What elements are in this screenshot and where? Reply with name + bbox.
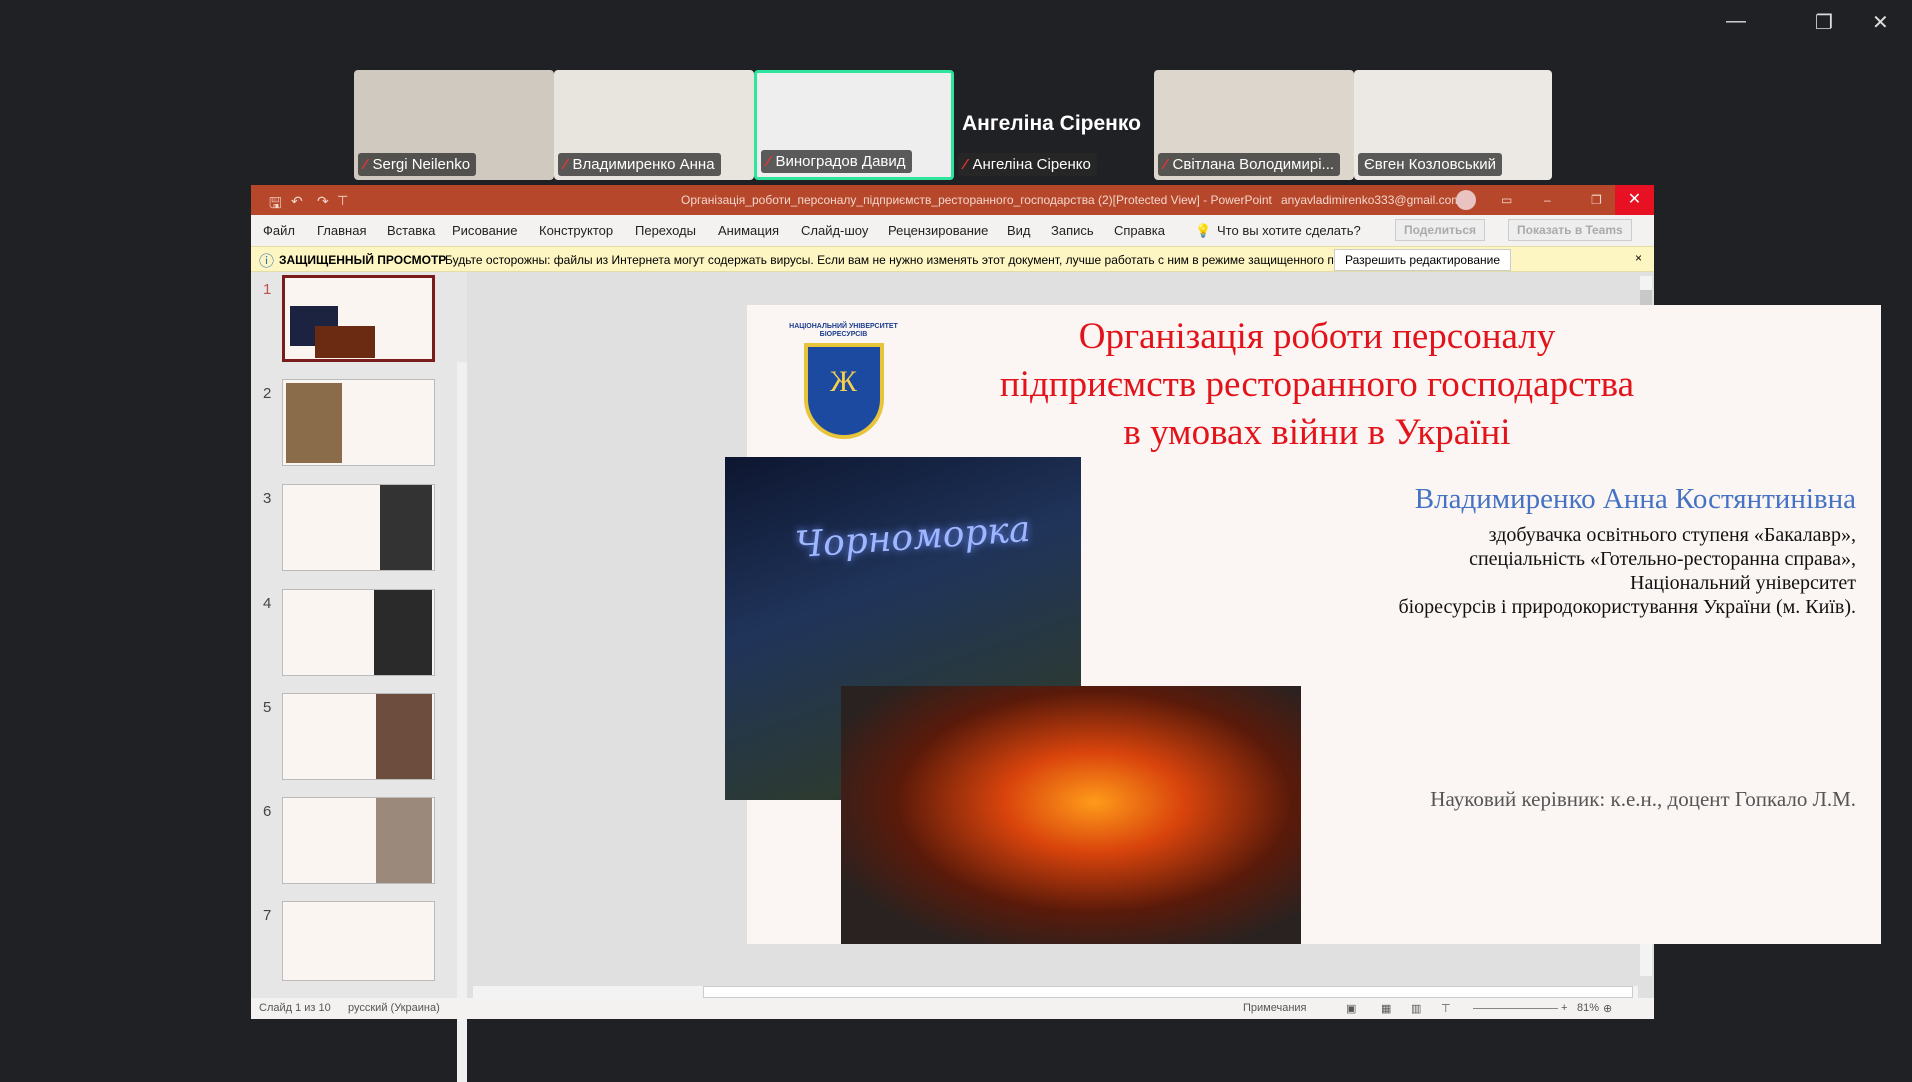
detail-line: Національний університет bbox=[1630, 572, 1856, 594]
thumb-number: 7 bbox=[263, 907, 272, 924]
protected-label: ЗАЩИЩЕННЫЙ ПРОСМОТР bbox=[279, 253, 447, 267]
redo-icon[interactable]: ↷ bbox=[317, 193, 329, 210]
restore-button[interactable]: ❐ bbox=[1815, 10, 1833, 35]
enable-editing-button[interactable]: Разрешить редактирование bbox=[1334, 249, 1512, 271]
teams-button[interactable]: Показать в Teams bbox=[1508, 219, 1632, 241]
zoom-in-icon[interactable]: + bbox=[1561, 1002, 1567, 1014]
reading-view-icon[interactable]: ▥ bbox=[1411, 1002, 1421, 1015]
slide-counter: Слайд 1 из 10 bbox=[259, 1002, 331, 1014]
powerpoint-window: 🖫 ↶ ↷ ⊤ Організація_роботи_персоналу_під… bbox=[251, 185, 1881, 1082]
slide-thumbnail[interactable] bbox=[282, 693, 435, 780]
minimize-icon[interactable]: – bbox=[1544, 193, 1551, 207]
slideshow-icon[interactable]: ⊤ bbox=[1441, 1002, 1451, 1015]
detail-line: здобувачка освітнього ступеня «Бакалавр»… bbox=[1488, 524, 1856, 546]
menu-file[interactable]: Файл bbox=[263, 223, 295, 238]
menu-view[interactable]: Вид bbox=[1007, 223, 1031, 238]
notes-button[interactable]: Примечания bbox=[1243, 1002, 1307, 1014]
undo-icon[interactable]: ↶ bbox=[291, 193, 303, 210]
slide-thumbnail[interactable] bbox=[282, 379, 435, 466]
title-line: в умовах війни в Україні bbox=[1123, 412, 1511, 453]
mic-muted-icon: ⁄ bbox=[564, 156, 567, 173]
slide-editor: НАЦІОНАЛЬНИЙ УНІВЕРСИТЕТ БІОРЕСУРСІВ Ж Ор… bbox=[467, 272, 1881, 998]
detail-line: спеціальність «Готельно-ресторанна справ… bbox=[1469, 548, 1856, 570]
slide-thumbnail[interactable] bbox=[282, 901, 435, 981]
thumb-number: 5 bbox=[263, 699, 272, 716]
menu-animations[interactable]: Анимация bbox=[718, 223, 779, 238]
menu-draw[interactable]: Рисование bbox=[452, 223, 517, 238]
protected-message: Будьте осторожны: файлы из Интернета мог… bbox=[445, 253, 1391, 267]
restore-icon[interactable]: ❐ bbox=[1591, 193, 1602, 207]
featured-participant-name: Ангеліна Сіренко bbox=[962, 112, 1141, 135]
menu-review[interactable]: Рецензирование bbox=[888, 223, 988, 238]
mic-muted-icon: ⁄ bbox=[964, 156, 967, 173]
status-bar: Слайд 1 из 10 русский (Украина) Примечан… bbox=[251, 998, 1654, 1019]
thumb-number: 1 bbox=[263, 281, 272, 298]
slide-thumbnail[interactable] bbox=[282, 484, 435, 571]
thumb-number: 2 bbox=[263, 385, 272, 402]
present-icon[interactable]: ⊤ bbox=[337, 193, 348, 209]
info-shield-icon: ⓘ bbox=[259, 253, 275, 270]
participant-tile[interactable]: ⁄ Світлана Володимирі... bbox=[1154, 70, 1354, 180]
language[interactable]: русский (Украина) bbox=[348, 1002, 440, 1014]
slide-thumbnails-pane: 1 2 3 4 5 6 7 bbox=[251, 272, 467, 1082]
mic-muted-icon: ⁄ bbox=[1164, 156, 1167, 173]
title-line: підприємств ресторанного господарства bbox=[999, 364, 1635, 405]
author-name: Владимиренко Анна Костянтинівна bbox=[1414, 483, 1856, 515]
minimize-button[interactable]: — bbox=[1726, 10, 1746, 33]
thumb-number: 6 bbox=[263, 803, 272, 820]
menu-insert[interactable]: Вставка bbox=[387, 223, 435, 238]
close-button[interactable]: ✕ bbox=[1872, 10, 1889, 35]
zoom-level[interactable]: 81% bbox=[1577, 1002, 1599, 1014]
slide-thumbnail[interactable] bbox=[282, 797, 435, 884]
participant-tile[interactable]: ⁄ Sergi Neilenko bbox=[354, 70, 554, 180]
normal-view-icon[interactable]: ▣ bbox=[1346, 1002, 1356, 1015]
slide-thumbnail[interactable] bbox=[282, 589, 435, 676]
title-line: Організація роботи персоналу bbox=[1078, 316, 1556, 357]
slide-title: Організація роботи персоналу підприємств… bbox=[947, 313, 1687, 457]
thumb-number: 4 bbox=[263, 595, 272, 612]
share-button[interactable]: Поделиться bbox=[1395, 219, 1486, 241]
participant-tile-active[interactable]: ⁄ Виноградов Давид bbox=[754, 70, 954, 180]
horizontal-scrollbar[interactable] bbox=[473, 986, 1638, 998]
video-strip: ⁄ Sergi Neilenko ⁄ Владимиренко Анна ⁄ Вино… bbox=[354, 70, 1552, 180]
thumbnails-scrollbar[interactable] bbox=[457, 362, 467, 1082]
mic-muted-icon: ⁄ bbox=[364, 156, 367, 173]
detail-line: біоресурсів і природокористування Україн… bbox=[1398, 596, 1856, 618]
menu-design[interactable]: Конструктор bbox=[539, 223, 613, 238]
lightbulb-icon: 💡 bbox=[1195, 223, 1212, 238]
protected-view-bar: ⓘ ЗАЩИЩЕННЫЙ ПРОСМОТР Будьте осторожны: … bbox=[251, 246, 1654, 272]
menu-home[interactable]: Главная bbox=[317, 223, 366, 238]
ribbon-display-icon[interactable]: ▭ bbox=[1501, 193, 1512, 207]
close-icon[interactable]: ✕ bbox=[1615, 185, 1654, 215]
thumb-number: 3 bbox=[263, 490, 272, 507]
author-details: здобувачка освітнього ступеня «Бакалавр»… bbox=[1398, 523, 1856, 619]
account-email[interactable]: anyavladimirenko333@gmail.com bbox=[1281, 193, 1461, 207]
slide-thumbnail[interactable] bbox=[282, 275, 435, 362]
supervisor: Науковий керівник: к.е.н., доцент Гопкал… bbox=[1430, 787, 1856, 811]
slide-sorter-icon[interactable]: ▦ bbox=[1381, 1002, 1391, 1015]
ribbon-menu: Файл Главная Вставка Рисование Конструкт… bbox=[251, 215, 1654, 246]
zoom-slider[interactable] bbox=[1473, 1008, 1558, 1009]
menu-slideshow[interactable]: Слайд-шоу bbox=[801, 223, 868, 238]
title-bar: 🖫 ↶ ↷ ⊤ Організація_роботи_персоналу_під… bbox=[251, 185, 1654, 215]
menu-help[interactable]: Справка bbox=[1114, 223, 1165, 238]
mic-muted-icon: ⁄ bbox=[767, 153, 770, 170]
tell-me-search[interactable]: Что вы хотите сделать? bbox=[1217, 223, 1361, 238]
fire-photo bbox=[841, 686, 1301, 944]
close-bar-icon[interactable]: × bbox=[1635, 251, 1642, 265]
menu-transitions[interactable]: Переходы bbox=[635, 223, 696, 238]
university-logo: НАЦІОНАЛЬНИЙ УНІВЕРСИТЕТ БІОРЕСУРСІВ Ж bbox=[784, 323, 903, 455]
participant-tile[interactable]: Євген Козловський bbox=[1354, 70, 1552, 180]
slide-canvas[interactable]: НАЦІОНАЛЬНИЙ УНІВЕРСИТЕТ БІОРЕСУРСІВ Ж Ор… bbox=[725, 305, 1881, 944]
avatar[interactable] bbox=[1456, 190, 1476, 210]
document-title: Організація_роботи_персоналу_підприємств… bbox=[681, 193, 1272, 207]
menu-record[interactable]: Запись bbox=[1051, 223, 1094, 238]
participant-tile[interactable]: ⁄ Владимиренко Анна bbox=[554, 70, 754, 180]
fit-slide-icon[interactable]: ⊕ bbox=[1603, 1002, 1612, 1015]
